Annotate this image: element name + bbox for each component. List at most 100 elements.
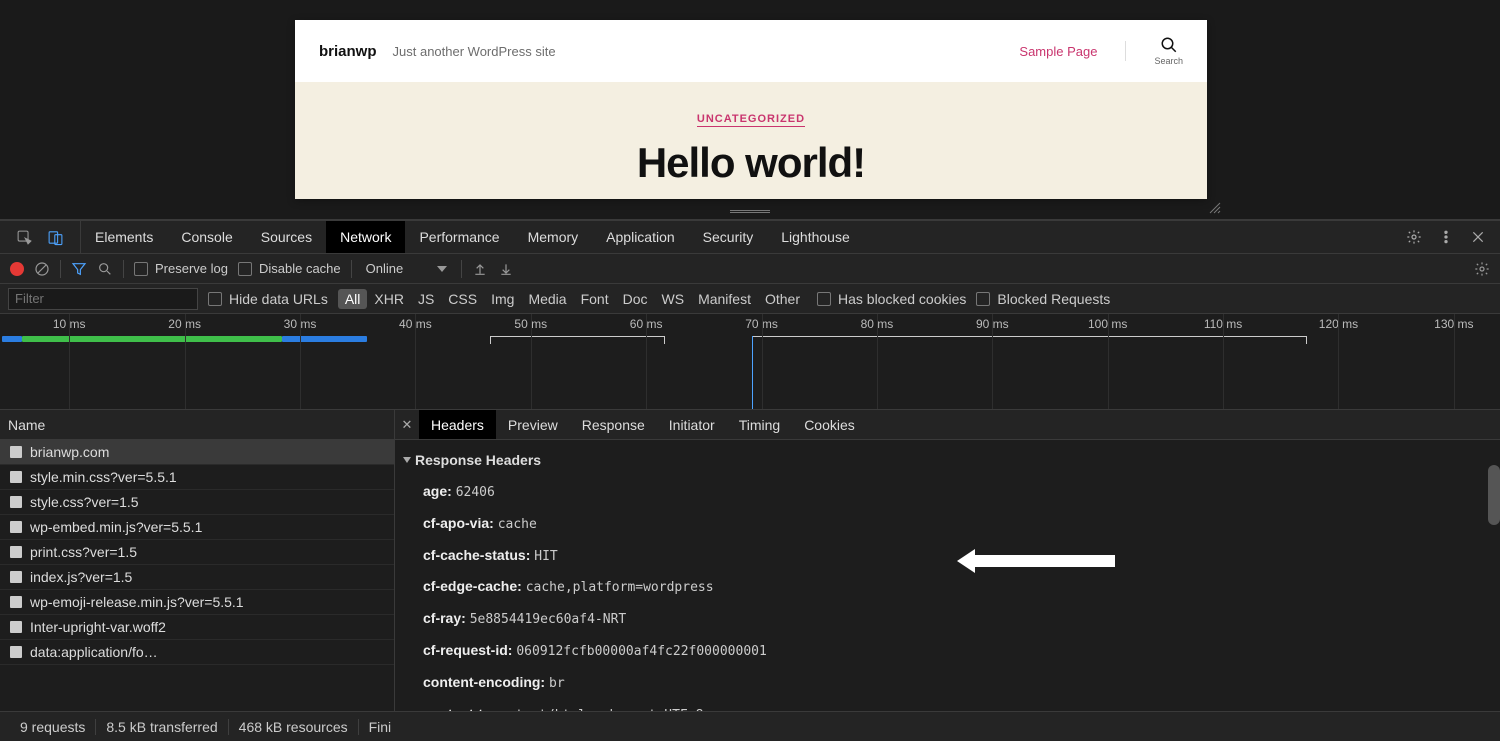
request-row[interactable]: brianwp.com bbox=[0, 440, 394, 465]
filter-funnel-icon[interactable] bbox=[71, 261, 87, 277]
response-header-row[interactable]: cf-request-id: 060912fcfb00000af4fc22f00… bbox=[401, 635, 1500, 667]
blocked-requests-checkbox[interactable]: Blocked Requests bbox=[976, 291, 1110, 307]
request-row[interactable]: wp-embed.min.js?ver=5.5.1 bbox=[0, 515, 394, 540]
close-detail-icon[interactable]: ✕ bbox=[395, 410, 419, 439]
request-row[interactable]: style.min.css?ver=5.5.1 bbox=[0, 465, 394, 490]
network-statusbar: 9 requests 8.5 kB transferred 468 kB res… bbox=[0, 711, 1500, 741]
filter-chip-xhr[interactable]: XHR bbox=[367, 289, 411, 309]
header-key: content-encoding: bbox=[423, 674, 549, 690]
request-row[interactable]: print.css?ver=1.5 bbox=[0, 540, 394, 565]
header-key: cf-edge-cache: bbox=[423, 578, 526, 594]
detail-tab-timing[interactable]: Timing bbox=[727, 410, 793, 439]
filter-chip-all[interactable]: All bbox=[338, 289, 368, 309]
scrollbar-thumb[interactable] bbox=[1488, 465, 1500, 525]
clear-icon[interactable] bbox=[34, 261, 50, 277]
response-header-row[interactable]: content-type: text/html; charset=UTF-8 bbox=[401, 699, 1500, 711]
file-icon bbox=[10, 446, 22, 458]
request-list-header[interactable]: Name bbox=[0, 410, 394, 440]
devtools-tabbar: ElementsConsoleSourcesNetworkPerformance… bbox=[0, 220, 1500, 254]
search-button[interactable]: Search bbox=[1154, 36, 1183, 66]
filter-chip-media[interactable]: Media bbox=[521, 289, 573, 309]
request-row[interactable]: index.js?ver=1.5 bbox=[0, 565, 394, 590]
request-row[interactable]: data:application/fo… bbox=[0, 640, 394, 665]
filter-input[interactable] bbox=[8, 288, 198, 310]
separator bbox=[60, 260, 61, 278]
filter-chip-other[interactable]: Other bbox=[758, 289, 807, 309]
record-button[interactable] bbox=[10, 262, 24, 276]
post-title[interactable]: Hello world! bbox=[295, 139, 1207, 187]
inspect-element-icon[interactable] bbox=[16, 229, 33, 246]
file-icon bbox=[10, 571, 22, 583]
network-timeline[interactable]: 10 ms20 ms30 ms40 ms50 ms60 ms70 ms80 ms… bbox=[0, 314, 1500, 410]
devtools-tab-elements[interactable]: Elements bbox=[81, 221, 167, 253]
request-row[interactable]: wp-emoji-release.min.js?ver=5.5.1 bbox=[0, 590, 394, 615]
devtools-tab-performance[interactable]: Performance bbox=[405, 221, 513, 253]
separator bbox=[461, 260, 462, 278]
site-hero: UNCATEGORIZED Hello world! bbox=[295, 82, 1207, 199]
request-name: wp-embed.min.js?ver=5.5.1 bbox=[30, 519, 202, 535]
request-row[interactable]: Inter-upright-var.woff2 bbox=[0, 615, 394, 640]
detail-tab-preview[interactable]: Preview bbox=[496, 410, 570, 439]
preserve-log-checkbox[interactable]: Preserve log bbox=[134, 261, 228, 276]
devtools-tab-network[interactable]: Network bbox=[326, 221, 405, 253]
devtools-tab-security[interactable]: Security bbox=[689, 221, 768, 253]
status-requests: 9 requests bbox=[10, 719, 96, 735]
filter-chip-font[interactable]: Font bbox=[574, 289, 616, 309]
filter-chip-img[interactable]: Img bbox=[484, 289, 521, 309]
filter-chip-css[interactable]: CSS bbox=[441, 289, 484, 309]
site-tagline: Just another WordPress site bbox=[393, 44, 556, 59]
filter-chip-js[interactable]: JS bbox=[411, 289, 441, 309]
close-devtools-icon[interactable] bbox=[1470, 229, 1486, 245]
throttling-select[interactable]: Online bbox=[362, 261, 452, 276]
devtools-tab-console[interactable]: Console bbox=[167, 221, 246, 253]
post-category[interactable]: UNCATEGORIZED bbox=[697, 113, 805, 127]
file-icon bbox=[10, 521, 22, 533]
request-row[interactable]: style.css?ver=1.5 bbox=[0, 490, 394, 515]
filter-chip-ws[interactable]: WS bbox=[655, 289, 692, 309]
header-value: 62406 bbox=[456, 485, 495, 500]
chevron-down-icon bbox=[437, 266, 447, 272]
filter-chip-manifest[interactable]: Manifest bbox=[691, 289, 758, 309]
upload-har-icon[interactable] bbox=[472, 261, 488, 277]
detail-tab-initiator[interactable]: Initiator bbox=[657, 410, 727, 439]
download-har-icon[interactable] bbox=[498, 261, 514, 277]
kebab-menu-icon[interactable] bbox=[1438, 229, 1454, 245]
timeline-bar bbox=[282, 336, 367, 342]
detail-tab-cookies[interactable]: Cookies bbox=[792, 410, 867, 439]
settings-gear-icon[interactable] bbox=[1406, 229, 1422, 245]
filter-chip-doc[interactable]: Doc bbox=[616, 289, 655, 309]
has-blocked-cookies-checkbox[interactable]: Has blocked cookies bbox=[817, 291, 966, 307]
header-value: 060912fcfb00000af4fc22f000000001 bbox=[516, 644, 766, 659]
devtools-tab-memory[interactable]: Memory bbox=[514, 221, 593, 253]
nav-sample-page[interactable]: Sample Page bbox=[1019, 44, 1097, 59]
devtools-tab-sources[interactable]: Sources bbox=[247, 221, 326, 253]
devtools-tab-lighthouse[interactable]: Lighthouse bbox=[767, 221, 864, 253]
response-header-row[interactable]: cf-edge-cache: cache,platform=wordpress bbox=[401, 571, 1500, 603]
header-key: content-type: bbox=[423, 706, 516, 711]
pane-drag-handle[interactable] bbox=[730, 210, 770, 214]
detail-tab-response[interactable]: Response bbox=[570, 410, 657, 439]
resize-corner-icon[interactable] bbox=[1207, 200, 1221, 214]
detail-tab-headers[interactable]: Headers bbox=[419, 410, 496, 439]
request-name: style.css?ver=1.5 bbox=[30, 494, 139, 510]
network-settings-gear-icon[interactable] bbox=[1474, 261, 1490, 277]
hide-data-urls-checkbox[interactable]: Hide data URLs bbox=[208, 291, 328, 307]
devtools-tab-application[interactable]: Application bbox=[592, 221, 689, 253]
response-header-row[interactable]: cf-ray: 5e8854419ec60af4-NRT bbox=[401, 603, 1500, 635]
header-value: HIT bbox=[534, 549, 557, 564]
search-icon[interactable] bbox=[97, 261, 113, 277]
response-header-row[interactable]: cf-apo-via: cache bbox=[401, 508, 1500, 540]
response-header-row[interactable]: age: 62406 bbox=[401, 476, 1500, 508]
header-key: cf-request-id: bbox=[423, 642, 516, 658]
response-headers-section[interactable]: Response Headers bbox=[401, 448, 1500, 476]
device-toolbar-icon[interactable] bbox=[47, 229, 64, 246]
response-header-row[interactable]: cf-cache-status: HIT bbox=[401, 540, 1500, 572]
header-value: cache,platform=wordpress bbox=[526, 580, 714, 595]
site-brand[interactable]: brianwp bbox=[319, 43, 377, 60]
response-header-row[interactable]: content-encoding: br bbox=[401, 667, 1500, 699]
header-value: br bbox=[549, 676, 565, 691]
request-name: Inter-upright-var.woff2 bbox=[30, 619, 166, 635]
disable-cache-checkbox[interactable]: Disable cache bbox=[238, 261, 341, 276]
status-resources: 468 kB resources bbox=[229, 719, 359, 735]
request-name: index.js?ver=1.5 bbox=[30, 569, 132, 585]
